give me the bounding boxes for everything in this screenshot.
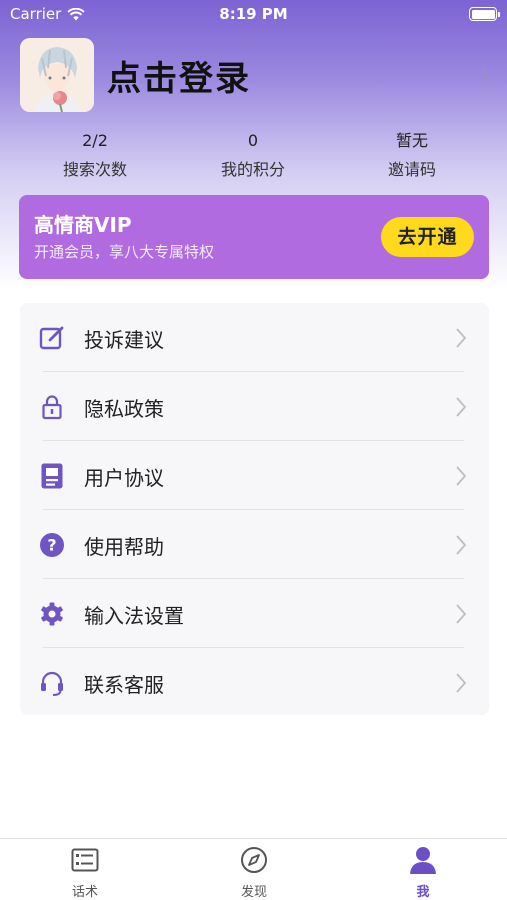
stats-row: 2/2 搜索次数 0 我的积分 暂无 邀请码 [0, 130, 507, 182]
chevron-right-icon [456, 673, 467, 693]
tab-bar: 话术 发现 我 [0, 838, 507, 900]
stat-invite-code[interactable]: 暂无 邀请码 [342, 130, 482, 180]
chevron-right-icon [456, 328, 467, 348]
menu-item-ime-settings[interactable]: 输入法设置 [20, 579, 489, 648]
stat-value: 暂无 [395, 131, 428, 150]
tab-label: 我 [416, 885, 430, 900]
person-icon [410, 847, 436, 874]
document-icon [41, 463, 63, 489]
tab-discover[interactable]: 发现 [204, 845, 304, 900]
menu-item-label: 联系客服 [84, 673, 164, 697]
stat-label: 搜索次数 [62, 160, 127, 179]
menu-item-help[interactable]: ? 使用帮助 [20, 510, 489, 579]
edit-icon [39, 326, 64, 350]
vip-banner[interactable]: 高情商VIP 开通会员，享八大专属特权 去开通 [19, 195, 489, 279]
help-icon: ? [40, 533, 64, 557]
menu-item-label: 输入法设置 [84, 604, 184, 628]
tab-label: 话术 [71, 885, 98, 900]
vip-subtitle: 开通会员，享八大专属特权 [34, 243, 215, 261]
chevron-right-icon [481, 67, 490, 81]
tab-label: 发现 [240, 885, 267, 900]
stat-label: 邀请码 [387, 160, 436, 179]
menu-item-customer-service[interactable]: 联系客服 [20, 648, 489, 717]
menu-item-user-agreement[interactable]: 用户协议 [20, 441, 489, 510]
chevron-right-icon [456, 466, 467, 486]
vip-activate-button[interactable]: 去开通 [381, 217, 474, 257]
stat-label: 我的积分 [220, 160, 285, 179]
list-card-icon [71, 848, 99, 872]
headset-icon [41, 671, 63, 696]
menu-item-label: 用户协议 [84, 466, 164, 490]
menu-item-privacy[interactable]: 隐私政策 [20, 372, 489, 441]
menu-item-label: 隐私政策 [84, 397, 164, 421]
vip-title: 高情商VIP [34, 213, 132, 237]
tab-me[interactable]: 我 [373, 845, 473, 900]
gear-icon [41, 602, 63, 626]
chevron-right-icon [456, 535, 467, 555]
stat-points[interactable]: 0 我的积分 [183, 130, 323, 180]
status-bar: Carrier 8:19 PM [0, 0, 507, 28]
battery-icon [469, 7, 500, 21]
chevron-right-icon [456, 397, 467, 417]
menu-item-feedback[interactable]: 投诉建议 [20, 303, 489, 372]
stat-value: 0 [247, 131, 259, 150]
menu-item-label: 使用帮助 [84, 535, 164, 559]
avatar[interactable] [20, 38, 94, 112]
menu-item-label: 投诉建议 [84, 328, 164, 352]
menu-list: 投诉建议 隐私政策 用户协议 ? 使用帮助 输入法设置 联系客服 [20, 303, 489, 715]
svg-text:?: ? [47, 536, 56, 555]
compass-icon [241, 847, 267, 873]
stat-search-count[interactable]: 2/2 搜索次数 [25, 130, 165, 180]
tab-scripts[interactable]: 话术 [35, 845, 135, 900]
login-label[interactable]: 点击登录 [107, 51, 251, 100]
chevron-right-icon [456, 604, 467, 624]
status-time: 8:19 PM [219, 5, 288, 23]
stat-value: 2/2 [82, 131, 108, 150]
lock-icon [42, 395, 62, 420]
profile-row[interactable]: 点击登录 [20, 38, 490, 112]
